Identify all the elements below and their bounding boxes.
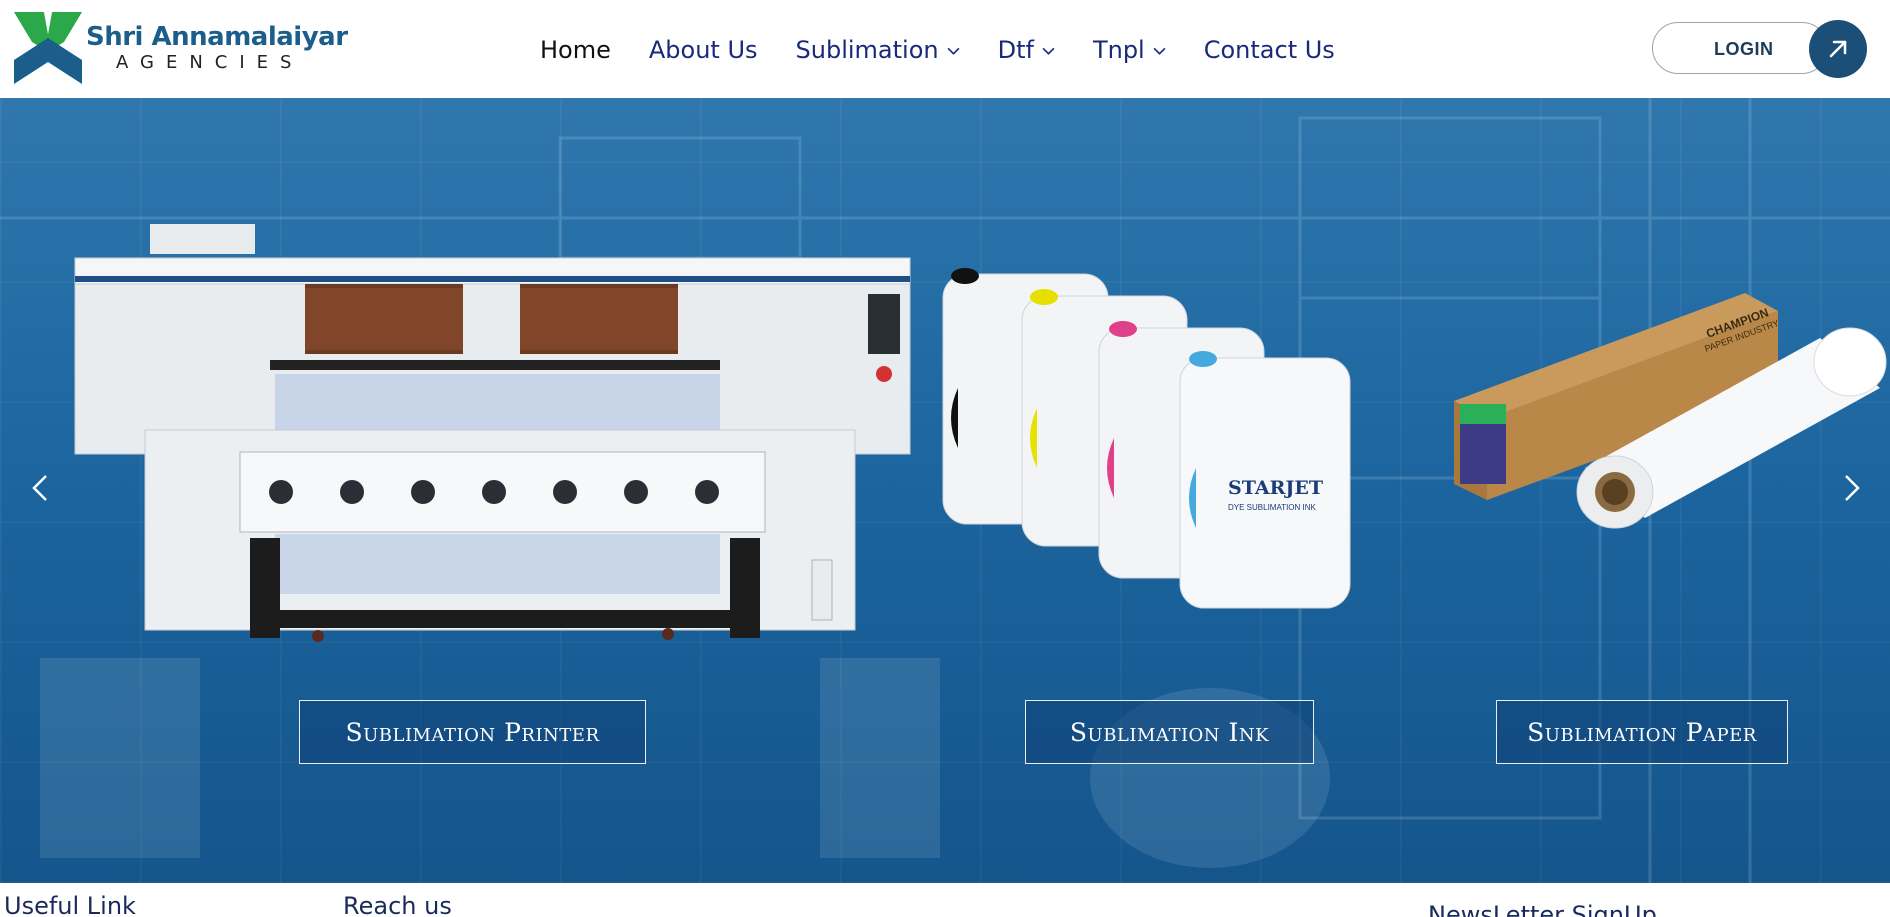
chevron-down-icon: [947, 47, 960, 55]
site-header: Shri Annamalaiyar AGENCIES Home About Us…: [0, 0, 1890, 98]
sublimation-paper-button[interactable]: Sublimation Paper: [1496, 700, 1788, 764]
chevron-down-icon: [1042, 47, 1055, 55]
printer-image: [74, 224, 911, 642]
footer: Useful Link Reach us NewsLetter SignUp: [0, 883, 1890, 917]
chevron-right-icon[interactable]: [1832, 468, 1872, 508]
nav-contact-us[interactable]: Contact Us: [1204, 36, 1335, 64]
footer-reach-us-heading: Reach us: [343, 892, 452, 917]
login-group: LOGIN: [1652, 20, 1867, 78]
brand-mark-icon: [14, 12, 82, 84]
ink-bottles-image: STARJET DYE SUBLIMATION INK: [942, 268, 1351, 609]
nav-sublimation-label: Sublimation: [795, 36, 939, 64]
brand-sub: AGENCIES: [116, 52, 304, 73]
chevron-left-icon[interactable]: [20, 468, 60, 508]
nav-dtf[interactable]: Dtf: [998, 36, 1055, 64]
chevron-down-icon: [1153, 47, 1166, 55]
nav-home[interactable]: Home: [540, 36, 611, 64]
nav-about-us[interactable]: About Us: [649, 36, 758, 64]
hero-slider: STARJET DYE SUBLIMATION INK CHAMPION PAP…: [0, 98, 1890, 883]
sublimation-printer-button[interactable]: Sublimation Printer: [299, 700, 646, 764]
paper-roll-image: CHAMPION PAPER INDUSTRY: [1454, 293, 1887, 529]
nav-sublimation[interactable]: Sublimation: [796, 36, 960, 64]
ink-type-text: DYE SUBLIMATION INK: [1228, 503, 1317, 512]
nav-tnpl-label: Tnpl: [1092, 36, 1145, 64]
nav-home-label: Home: [540, 36, 611, 64]
nav-tnpl[interactable]: Tnpl: [1093, 36, 1166, 64]
sublimation-ink-button[interactable]: Sublimation Ink: [1025, 700, 1314, 764]
nav-about-label: About Us: [648, 36, 758, 64]
arrow-up-right-icon: [1829, 40, 1847, 58]
brand-logo[interactable]: Shri Annamalaiyar AGENCIES: [14, 12, 348, 86]
brand-name: Shri Annamalaiyar: [86, 22, 348, 52]
nav-dtf-label: Dtf: [997, 36, 1034, 64]
nav-contact-label: Contact Us: [1203, 36, 1335, 64]
footer-newsletter-heading: NewsLetter SignUp: [1428, 901, 1657, 917]
hero-illustration: STARJET DYE SUBLIMATION INK CHAMPION PAP…: [0, 98, 1890, 883]
main-nav: Home About Us Sublimation Dtf Tnpl Conta…: [540, 30, 1373, 70]
login-label: LOGIN: [1714, 39, 1774, 59]
ink-brand-text: STARJET: [1228, 477, 1323, 499]
footer-useful-link-heading: Useful Link: [4, 892, 136, 917]
login-arrow-button[interactable]: [1809, 20, 1867, 78]
login-button[interactable]: LOGIN: [1652, 22, 1828, 74]
